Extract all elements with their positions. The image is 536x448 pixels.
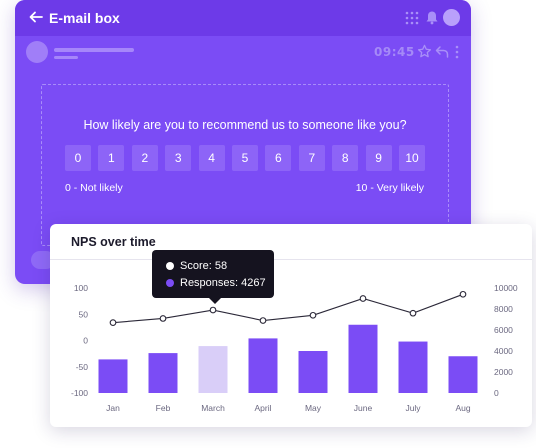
category-tick-label: Feb — [156, 403, 171, 413]
category-tick-label: Jan — [106, 403, 120, 413]
email-title: E-mail box — [49, 10, 120, 26]
score-button-3[interactable]: 3 — [165, 145, 192, 171]
right-axis-tick-label: 2000 — [494, 367, 513, 377]
category-tick-label: April — [254, 403, 271, 413]
score-button-9[interactable]: 9 — [365, 145, 392, 171]
score-scale: 0 1 2 3 4 5 6 7 8 9 10 — [65, 145, 425, 171]
score-button-8[interactable]: 8 — [332, 145, 359, 171]
left-axis-tick-label: 50 — [79, 309, 89, 319]
responses-bar — [448, 356, 478, 393]
responses-bar — [298, 351, 328, 393]
score-point — [309, 311, 317, 319]
score-point — [259, 317, 267, 324]
survey-question: How likely are you to recommend us to so… — [83, 118, 407, 132]
tooltip-responses: Responses: 4267 — [180, 277, 266, 289]
responses-dot-icon — [166, 279, 174, 287]
email-header: E-mail box — [15, 0, 471, 36]
responses-bar — [348, 324, 378, 393]
back-arrow-icon[interactable] — [28, 9, 44, 25]
responses-bar — [148, 353, 178, 393]
category-tick-label: July — [405, 403, 421, 413]
responses-bar — [98, 359, 128, 393]
score-button-7[interactable]: 7 — [298, 145, 325, 171]
score-button-0[interactable]: 0 — [65, 145, 91, 171]
right-axis-tick-label: 8000 — [494, 304, 513, 314]
score-button-6[interactable]: 6 — [265, 145, 292, 171]
score-button-10[interactable]: 10 — [399, 145, 425, 171]
nps-chart-card: NPS over time 100 50 0 -50 -100 10000 8000 6000… — [50, 224, 532, 427]
score-point — [159, 315, 167, 322]
bell-icon[interactable] — [425, 10, 439, 25]
right-axis-tick-label: 4000 — [494, 346, 513, 356]
nps-chart: 100 50 0 -50 -100 10000 8000 6000 4000 2000 0 Jan Fe… — [71, 283, 518, 413]
category-tick-label: March — [201, 403, 225, 413]
message-time: 09:45 — [374, 45, 415, 59]
left-axis-tick-label: 100 — [74, 283, 88, 293]
score-point — [459, 290, 467, 298]
more-vertical-icon[interactable] — [455, 45, 459, 59]
subject-placeholder — [54, 56, 78, 59]
apps-grid-icon[interactable] — [405, 11, 419, 25]
chart-tooltip: Score: 58 Responses: 4267 — [152, 250, 274, 298]
scale-low-label: 0 - Not likely — [65, 182, 123, 194]
user-avatar[interactable] — [443, 9, 460, 26]
responses-bar — [398, 341, 428, 393]
right-axis-tick-label: 10000 — [494, 283, 518, 293]
score-button-4[interactable]: 4 — [198, 145, 225, 171]
category-tick-label: Aug — [455, 403, 470, 413]
tooltip-arrow — [208, 297, 222, 304]
category-tick-label: May — [305, 403, 322, 413]
responses-bar — [248, 338, 278, 393]
responses-bar — [198, 346, 228, 393]
reply-icon[interactable] — [435, 45, 449, 58]
right-axis-tick-label: 6000 — [494, 325, 513, 335]
tooltip-score: Score: 58 — [180, 260, 228, 272]
score-point — [209, 306, 217, 314]
left-axis-tick-label: -100 — [71, 388, 88, 398]
right-axis-tick-label: 0 — [494, 388, 499, 398]
star-icon[interactable] — [417, 44, 432, 59]
score-button-2[interactable]: 2 — [131, 145, 158, 171]
score-point — [409, 309, 417, 317]
scale-high-label: 10 - Very likely — [355, 182, 424, 194]
nps-survey: How likely are you to recommend us to so… — [41, 84, 449, 246]
sender-avatar — [26, 41, 48, 63]
score-dot-icon — [166, 262, 174, 270]
category-tick-label: June — [354, 403, 373, 413]
score-button-1[interactable]: 1 — [98, 145, 125, 171]
score-point — [109, 319, 117, 326]
score-point — [359, 295, 367, 302]
message-row[interactable]: 09:45 — [15, 36, 471, 68]
score-button-5[interactable]: 5 — [232, 145, 258, 171]
sender-name-placeholder — [54, 48, 134, 52]
left-axis-tick-label: -50 — [76, 362, 89, 372]
left-axis-tick-label: 0 — [83, 336, 88, 346]
